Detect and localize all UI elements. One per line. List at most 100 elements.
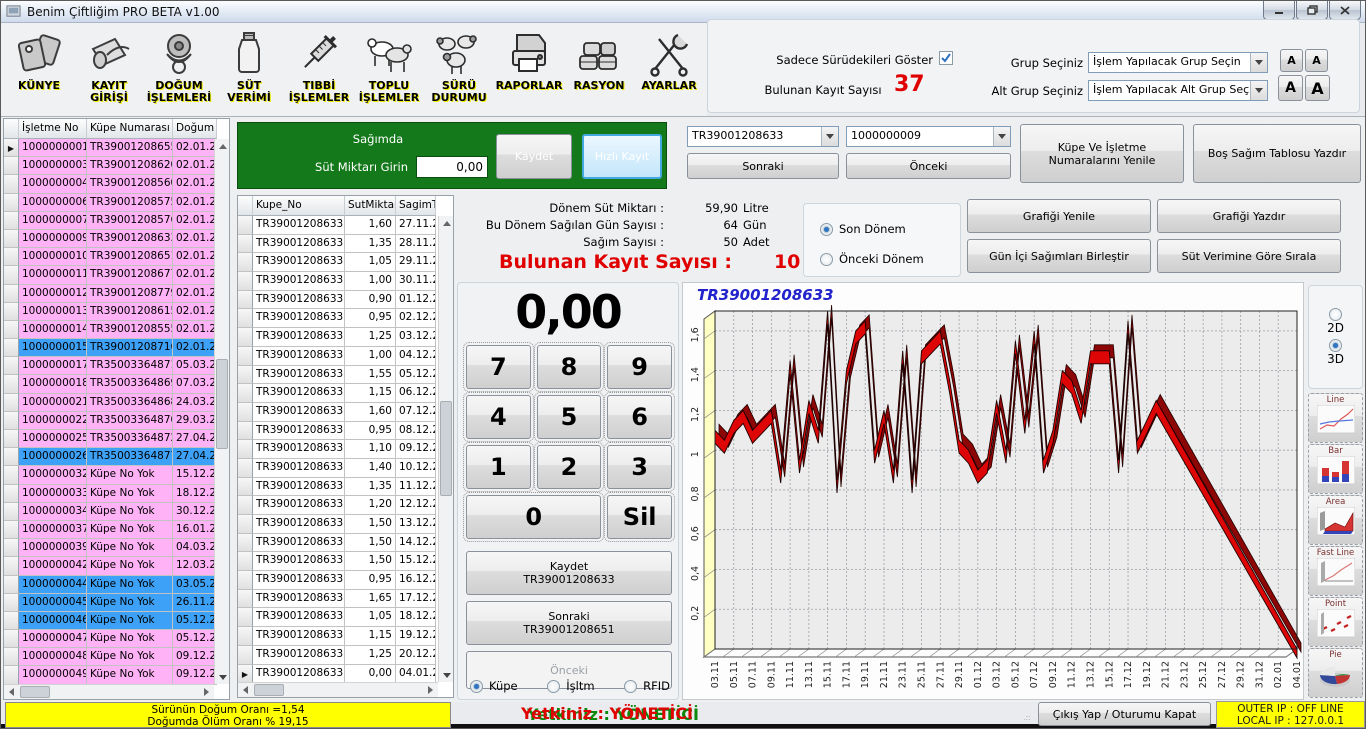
toolbar-item-rasyon[interactable]: RASYON bbox=[564, 25, 634, 116]
logout-button[interactable]: Çıkış Yap / Oturumu Kapat bbox=[1038, 702, 1211, 726]
table-row[interactable]: 1000000039Küpe No Yok04.03.2 bbox=[4, 539, 229, 557]
vertical-scrollbar[interactable] bbox=[438, 216, 453, 682]
digit-key-6[interactable]: 6 bbox=[607, 395, 672, 439]
chart-type-pie[interactable]: Pie bbox=[1308, 648, 1363, 698]
table-row[interactable]: 1000000026TR3500336487727.04.2 bbox=[4, 448, 229, 466]
scroll-down-button[interactable] bbox=[215, 670, 230, 684]
subgroup-select[interactable]: İşlem Yapılacak Alt Grup Seçin bbox=[1088, 80, 1268, 101]
font-size-button-4[interactable]: A bbox=[1305, 75, 1330, 101]
table-row[interactable]: 1000000004TR3900120856002.01.2 bbox=[4, 175, 229, 193]
column-header[interactable]: Doğum T bbox=[173, 119, 217, 139]
horizontal-scrollbar[interactable] bbox=[4, 684, 214, 699]
scroll-down-button[interactable] bbox=[439, 668, 454, 682]
tag-number-select[interactable]: TR39001208633 bbox=[687, 126, 839, 147]
scroll-right-button[interactable] bbox=[423, 683, 438, 697]
print-empty-table-button[interactable]: Boş Sağım Tablosu Yazdır bbox=[1193, 124, 1361, 183]
table-row[interactable]: 1000000032Küpe No Yok15.12.2 bbox=[4, 466, 229, 484]
table-row[interactable]: TR390012086331,0518.12.2 bbox=[238, 608, 453, 627]
table-row[interactable]: TR390012086331,1009.12.2 bbox=[238, 440, 453, 459]
scrollbar-thumb[interactable] bbox=[20, 686, 50, 698]
table-row[interactable]: 1000000003TR3900120862002.01.2 bbox=[4, 157, 229, 175]
keypad-next-button[interactable]: Sonraki TR39001208651 bbox=[466, 601, 672, 645]
toolbar-item-sut-verimi[interactable]: SÜT VERİMİ bbox=[214, 25, 284, 116]
table-row[interactable]: TR390012086331,3528.11.2 bbox=[238, 235, 453, 254]
table-row[interactable]: TR390012086331,0529.11.2 bbox=[238, 253, 453, 272]
vertical-scrollbar[interactable] bbox=[214, 139, 229, 684]
milk-amount-input[interactable] bbox=[416, 156, 488, 178]
digit-key-0[interactable]: 0 bbox=[466, 495, 601, 539]
next-tag-button[interactable]: Sonraki bbox=[687, 153, 839, 179]
farm-number-select[interactable]: 1000000009 bbox=[846, 126, 1011, 147]
table-row[interactable]: TR390012086331,2012.12.2 bbox=[238, 496, 453, 515]
table-row[interactable]: TR390012086331,6007.12.2 bbox=[238, 403, 453, 422]
table-row[interactable]: 1000000014TR3900120855502.01.2 bbox=[4, 321, 229, 339]
chevron-down-icon[interactable] bbox=[1250, 53, 1267, 72]
table-row[interactable]: 1000000007TR3900120857602.01.2 bbox=[4, 212, 229, 230]
table-row[interactable]: 1000000025TR3500336487227.04.2 bbox=[4, 430, 229, 448]
scrollbar-thumb[interactable] bbox=[440, 401, 452, 496]
delete-key[interactable]: Sil bbox=[607, 495, 672, 539]
font-size-button-3[interactable]: A bbox=[1278, 75, 1303, 101]
table-row[interactable]: 1000000042Küpe No Yok12.03.2 bbox=[4, 557, 229, 575]
previous-tag-button[interactable]: Önceki bbox=[846, 153, 1011, 179]
table-row[interactable]: TR390012086331,2503.12.2 bbox=[238, 328, 453, 347]
table-row[interactable]: 1000000013TR3900120861502.01.2 bbox=[4, 303, 229, 321]
table-row[interactable]: TR390012086331,3511.12.2 bbox=[238, 478, 453, 497]
column-header[interactable]: SutMiktari bbox=[345, 196, 396, 216]
table-row[interactable]: 1000000018TR3500336486907.03.2 bbox=[4, 375, 229, 393]
table-row[interactable]: TR390012086330,9516.12.2 bbox=[238, 571, 453, 590]
table-row[interactable]: TR390012086331,5014.12.2 bbox=[238, 534, 453, 553]
id-mode-option[interactable]: İşltm bbox=[547, 679, 594, 693]
scroll-left-button[interactable] bbox=[238, 683, 253, 697]
id-mode-option[interactable]: Küpe bbox=[470, 679, 518, 693]
resize-grip[interactable]: .:: bbox=[1023, 713, 1033, 723]
graph-button-3[interactable]: Gün İçi Sağımları Birleştir bbox=[967, 239, 1151, 273]
digit-key-4[interactable]: 4 bbox=[466, 395, 531, 439]
table-row[interactable]: ▶TR390012086330,0004.01.2 bbox=[238, 665, 453, 684]
keypad-save-button[interactable]: Kaydet TR39001208633 bbox=[466, 551, 672, 595]
table-row[interactable]: TR390012086331,2520.12.2 bbox=[238, 646, 453, 665]
table-row[interactable]: TR390012086331,0030.11.2 bbox=[238, 272, 453, 291]
table-row[interactable]: TR390012086331,5015.12.2 bbox=[238, 552, 453, 571]
table-row[interactable]: TR390012086331,5013.12.2 bbox=[238, 515, 453, 534]
table-row[interactable]: 1000000047Küpe No Yok05.12.2 bbox=[4, 630, 229, 648]
save-button[interactable]: Kaydet bbox=[496, 134, 572, 179]
period-option[interactable]: Son Dönem bbox=[820, 222, 906, 236]
toolbar-item-tibbi-islemler[interactable]: TIBBİ İŞLEMLER bbox=[284, 25, 354, 116]
chevron-down-icon[interactable] bbox=[993, 127, 1010, 146]
font-size-button-1[interactable]: A bbox=[1280, 49, 1303, 72]
scroll-right-button[interactable] bbox=[199, 685, 214, 699]
scrollbar-thumb[interactable] bbox=[216, 359, 228, 449]
dimension-option-3d[interactable]: 3D bbox=[1327, 339, 1344, 366]
table-row[interactable]: TR390012086330,9508.12.2 bbox=[238, 422, 453, 441]
chevron-down-icon[interactable] bbox=[1250, 81, 1267, 100]
column-header[interactable]: İşletme No bbox=[19, 119, 87, 139]
table-row[interactable]: TR390012086330,9001.12.2 bbox=[238, 291, 453, 310]
column-header[interactable]: Küpe Numarası bbox=[87, 119, 173, 139]
digit-key-8[interactable]: 8 bbox=[537, 345, 602, 389]
table-row[interactable]: 1000000017TR3500336487105.03.2 bbox=[4, 357, 229, 375]
table-row[interactable]: 1000000006TR3900120857502.01.2 bbox=[4, 194, 229, 212]
toolbar-item-kunye[interactable]: KÜNYE bbox=[4, 25, 74, 116]
toolbar-item-raporlar[interactable]: RAPORLAR bbox=[494, 25, 564, 116]
close-button[interactable] bbox=[1329, 1, 1361, 20]
horizontal-scrollbar[interactable] bbox=[238, 682, 438, 697]
toolbar-item-suru-durumu[interactable]: SÜRÜ DURUMU bbox=[424, 25, 494, 116]
digit-key-3[interactable]: 3 bbox=[607, 445, 672, 489]
quick-save-button[interactable]: Hızlı Kayıt bbox=[582, 134, 662, 179]
table-row[interactable]: TR390012086331,1519.12.2 bbox=[238, 627, 453, 646]
table-row[interactable]: 1000000012TR3900120877902.01.2 bbox=[4, 285, 229, 303]
digit-key-2[interactable]: 2 bbox=[537, 445, 602, 489]
table-row[interactable]: 1000000015TR3900120871602.01.2 bbox=[4, 339, 229, 357]
table-row[interactable]: 1000000045Küpe No Yok26.11.2 bbox=[4, 594, 229, 612]
toolbar-item-kayit-girisi[interactable]: KAYIT GİRİŞİ bbox=[74, 25, 144, 116]
minimize-button[interactable] bbox=[1263, 1, 1295, 20]
table-row[interactable]: 1000000033Küpe No Yok18.12.2 bbox=[4, 485, 229, 503]
graph-button-2[interactable]: Grafiği Yazdır bbox=[1157, 199, 1341, 233]
chart-type-fast-line[interactable]: Fast Line bbox=[1308, 546, 1363, 596]
table-row[interactable]: TR390012086331,0004.12.2 bbox=[238, 347, 453, 366]
table-row[interactable]: 1000000022TR3500336487029.03.2 bbox=[4, 412, 229, 430]
toolbar-item-toplu-islemler[interactable]: TOPLU İŞLEMLER bbox=[354, 25, 424, 116]
graph-button-1[interactable]: Grafiği Yenile bbox=[967, 199, 1151, 233]
table-row[interactable]: 1000000037Küpe No Yok16.01.2 bbox=[4, 521, 229, 539]
